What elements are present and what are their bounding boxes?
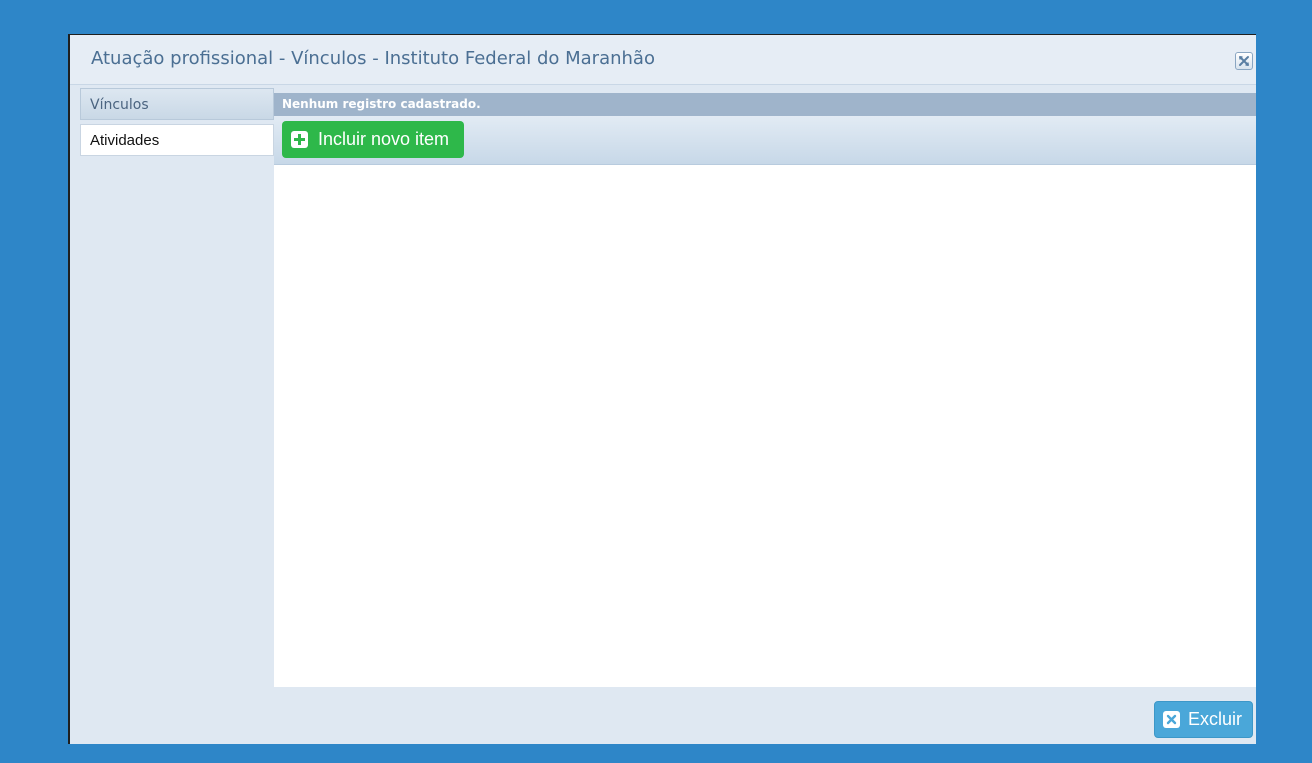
dialog-title: Atuação profissional - Vínculos - Instit… <box>91 48 655 69</box>
x-icon <box>1162 711 1180 728</box>
sidebar-tab-label: Atividades <box>90 132 160 149</box>
add-item-label: Incluir novo item <box>318 129 450 149</box>
content-panel: Nenhum registro cadastrado. Incluir novo… <box>274 93 1256 687</box>
content-toolbar: Incluir novo item <box>274 116 1256 165</box>
sidebar-tab-label: Vínculos <box>90 97 149 113</box>
delete-label: Excluir <box>1187 709 1242 729</box>
close-icon <box>1238 52 1250 71</box>
plus-icon <box>291 131 308 148</box>
empty-message-bar: Nenhum registro cadastrado. <box>274 93 1256 116</box>
sidebar: Vínculos Atividades <box>80 88 274 160</box>
empty-message: Nenhum registro cadastrado. <box>282 97 481 111</box>
add-item-button[interactable]: Incluir novo item <box>282 121 465 158</box>
dialog-window: Atuação profissional - Vínculos - Instit… <box>68 34 1256 744</box>
close-button[interactable] <box>1235 52 1253 70</box>
delete-button[interactable]: Excluir <box>1153 701 1253 738</box>
dialog-titlebar: Atuação profissional - Vínculos - Instit… <box>70 35 1256 85</box>
sidebar-tab-vinculos[interactable]: Vínculos <box>80 88 274 120</box>
sidebar-tab-atividades[interactable]: Atividades <box>80 124 274 156</box>
